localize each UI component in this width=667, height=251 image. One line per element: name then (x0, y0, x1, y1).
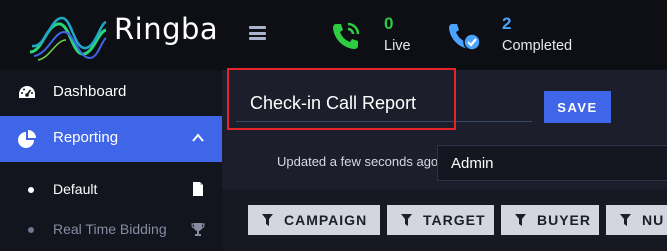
dashboard-gauge-icon (19, 86, 35, 98)
last-updated-text: Updated a few seconds ago (277, 154, 439, 169)
filter-bar: CAMPAIGN TARGET BUYER NU (222, 189, 667, 251)
sidebar: Dashboard Reporting Default Real Time Bi… (0, 70, 222, 251)
bullet-icon (28, 187, 34, 193)
hamburger-icon[interactable] (249, 26, 266, 40)
phone-ringing-icon (333, 22, 360, 49)
filter-campaign-button[interactable]: CAMPAIGN (248, 205, 380, 235)
save-button[interactable]: SAVE (544, 91, 611, 123)
filter-icon (262, 214, 273, 226)
pie-chart-icon (18, 130, 36, 148)
document-icon (193, 182, 203, 196)
main-content: SAVE Updated a few seconds ago Admin CAM… (222, 68, 667, 251)
bullet-icon (28, 227, 34, 233)
sidebar-subitem-label: Default (53, 181, 98, 197)
completed-count: 2 (502, 14, 512, 33)
filter-target-button[interactable]: TARGET (387, 205, 494, 235)
live-count: 0 (384, 14, 394, 33)
filter-label: NU (642, 212, 665, 228)
report-title-container (236, 86, 532, 122)
completed-label: Completed (502, 38, 573, 54)
ringba-logo-icon[interactable] (28, 8, 108, 64)
brand-name: Ringba (114, 12, 219, 46)
live-label: Live (384, 38, 411, 54)
filter-icon (515, 214, 526, 226)
sidebar-subitem-label: Real Time Bidding (53, 221, 167, 237)
phone-check-icon (449, 24, 480, 51)
top-bar: Ringba 0 Live 2 Completed (0, 0, 667, 70)
filter-number-button[interactable]: NU (606, 205, 667, 235)
report-title-input[interactable] (236, 86, 532, 122)
filter-label: CAMPAIGN (284, 212, 368, 228)
sidebar-subitem-real-time-bidding[interactable]: Real Time Bidding (0, 210, 222, 250)
sidebar-item-dashboard[interactable]: Dashboard (0, 70, 222, 116)
chevron-up-icon[interactable] (192, 132, 204, 144)
trophy-icon (191, 223, 205, 236)
filter-icon (401, 214, 412, 226)
filter-label: BUYER (537, 212, 592, 228)
filter-buyer-button[interactable]: BUYER (501, 205, 599, 235)
sidebar-item-reporting[interactable]: Reporting (0, 116, 222, 162)
filter-label: TARGET (423, 212, 486, 228)
sidebar-subitem-default[interactable]: Default (0, 170, 222, 210)
filter-icon (620, 214, 631, 226)
sidebar-item-label: Reporting (53, 129, 119, 146)
sidebar-item-label: Dashboard (53, 83, 127, 100)
user-select[interactable]: Admin (437, 145, 667, 181)
